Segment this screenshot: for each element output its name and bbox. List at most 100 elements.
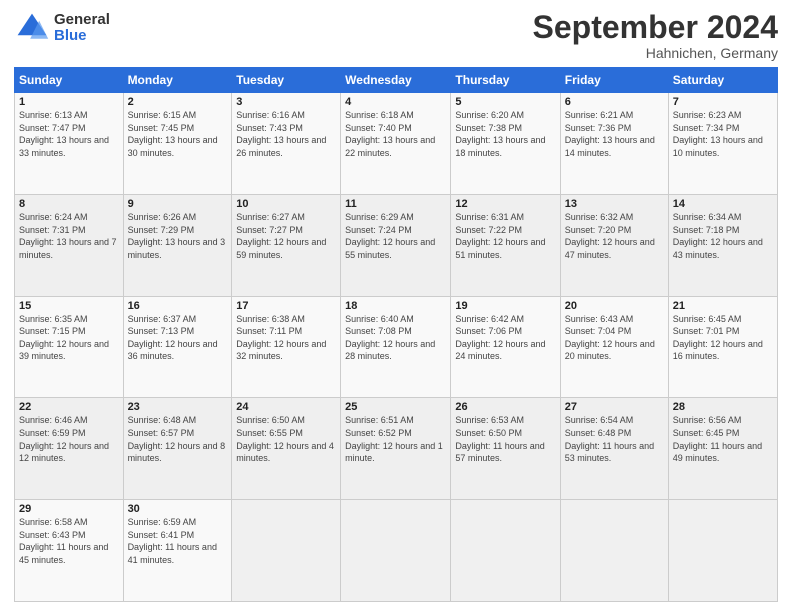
calendar-cell: 17 Sunrise: 6:38 AMSunset: 7:11 PMDayligh… bbox=[232, 296, 341, 398]
logo-blue-text: Blue bbox=[54, 28, 110, 45]
calendar-header-wednesday: Wednesday bbox=[341, 68, 451, 93]
day-number: 4 bbox=[345, 96, 446, 108]
day-info: Sunrise: 6:31 AMSunset: 7:22 PMDaylight:… bbox=[455, 212, 545, 260]
day-number: 16 bbox=[128, 300, 228, 312]
day-info: Sunrise: 6:46 AMSunset: 6:59 PMDaylight:… bbox=[19, 415, 109, 463]
calendar-cell: 27 Sunrise: 6:54 AMSunset: 6:48 PMDayligh… bbox=[560, 398, 668, 500]
calendar-cell: 19 Sunrise: 6:42 AMSunset: 7:06 PMDayligh… bbox=[451, 296, 560, 398]
day-info: Sunrise: 6:54 AMSunset: 6:48 PMDaylight:… bbox=[565, 415, 654, 463]
calendar-cell: 12 Sunrise: 6:31 AMSunset: 7:22 PMDayligh… bbox=[451, 194, 560, 296]
calendar-header-friday: Friday bbox=[560, 68, 668, 93]
title-block: September 2024 Hahnichen, Germany bbox=[533, 10, 778, 61]
day-info: Sunrise: 6:43 AMSunset: 7:04 PMDaylight:… bbox=[565, 314, 655, 362]
day-number: 20 bbox=[565, 300, 664, 312]
day-info: Sunrise: 6:45 AMSunset: 7:01 PMDaylight:… bbox=[673, 314, 763, 362]
day-info: Sunrise: 6:34 AMSunset: 7:18 PMDaylight:… bbox=[673, 212, 763, 260]
calendar-cell: 4 Sunrise: 6:18 AMSunset: 7:40 PMDaylight… bbox=[341, 93, 451, 195]
calendar-cell: 13Sunrise: 6:32 AMSunset: 7:20 PMDayligh… bbox=[560, 194, 668, 296]
day-number: 3 bbox=[236, 96, 336, 108]
day-number: 9 bbox=[128, 198, 228, 210]
day-info: Sunrise: 6:40 AMSunset: 7:08 PMDaylight:… bbox=[345, 314, 435, 362]
day-number: 19 bbox=[455, 300, 555, 312]
calendar-cell: 2Sunrise: 6:15 AMSunset: 7:45 PMDaylight… bbox=[123, 93, 232, 195]
day-number: 7 bbox=[673, 96, 773, 108]
day-info: Sunrise: 6:27 AMSunset: 7:27 PMDaylight:… bbox=[236, 212, 326, 260]
day-number: 18 bbox=[345, 300, 446, 312]
calendar-cell bbox=[341, 500, 451, 602]
logo: General Blue bbox=[14, 10, 110, 46]
calendar-cell: 23 Sunrise: 6:48 AMSunset: 6:57 PMDayligh… bbox=[123, 398, 232, 500]
day-info: Sunrise: 6:23 AMSunset: 7:34 PMDaylight:… bbox=[673, 110, 763, 158]
calendar-cell: 28 Sunrise: 6:56 AMSunset: 6:45 PMDayligh… bbox=[668, 398, 777, 500]
day-number: 15 bbox=[19, 300, 119, 312]
day-info: Sunrise: 6:16 AMSunset: 7:43 PMDaylight:… bbox=[236, 110, 326, 158]
calendar-cell: 24 Sunrise: 6:50 AMSunset: 6:55 PMDayligh… bbox=[232, 398, 341, 500]
calendar-header-saturday: Saturday bbox=[668, 68, 777, 93]
calendar-cell: 10Sunrise: 6:27 AMSunset: 7:27 PMDayligh… bbox=[232, 194, 341, 296]
day-number: 1 bbox=[19, 96, 119, 108]
day-info: Sunrise: 6:59 AMSunset: 6:41 PMDaylight:… bbox=[128, 517, 217, 565]
day-info: Sunrise: 6:35 AMSunset: 7:15 PMDaylight:… bbox=[19, 314, 109, 362]
day-number: 28 bbox=[673, 401, 773, 413]
day-number: 23 bbox=[128, 401, 228, 413]
day-number: 24 bbox=[236, 401, 336, 413]
calendar-cell: 18 Sunrise: 6:40 AMSunset: 7:08 PMDayligh… bbox=[341, 296, 451, 398]
day-info: Sunrise: 6:50 AMSunset: 6:55 PMDaylight:… bbox=[236, 415, 334, 463]
calendar-week-0: 1 Sunrise: 6:13 AMSunset: 7:47 PMDaylight… bbox=[15, 93, 778, 195]
day-number: 29 bbox=[19, 503, 119, 515]
calendar-cell: 7 Sunrise: 6:23 AMSunset: 7:34 PMDaylight… bbox=[668, 93, 777, 195]
calendar-cell: 26Sunrise: 6:53 AMSunset: 6:50 PMDayligh… bbox=[451, 398, 560, 500]
day-info: Sunrise: 6:13 AMSunset: 7:47 PMDaylight:… bbox=[19, 110, 109, 158]
day-number: 5 bbox=[455, 96, 555, 108]
logo-general-text: General bbox=[54, 12, 110, 29]
location: Hahnichen, Germany bbox=[533, 45, 778, 61]
day-number: 14 bbox=[673, 198, 773, 210]
calendar-cell bbox=[451, 500, 560, 602]
calendar-week-2: 15 Sunrise: 6:35 AMSunset: 7:15 PMDayligh… bbox=[15, 296, 778, 398]
day-number: 21 bbox=[673, 300, 773, 312]
day-number: 12 bbox=[455, 198, 555, 210]
day-info: Sunrise: 6:48 AMSunset: 6:57 PMDaylight:… bbox=[128, 415, 226, 463]
day-info: Sunrise: 6:20 AMSunset: 7:38 PMDaylight:… bbox=[455, 110, 545, 158]
day-number: 11 bbox=[345, 198, 446, 210]
calendar-week-3: 22Sunrise: 6:46 AMSunset: 6:59 PMDayligh… bbox=[15, 398, 778, 500]
day-info: Sunrise: 6:42 AMSunset: 7:06 PMDaylight:… bbox=[455, 314, 545, 362]
calendar-cell: 6Sunrise: 6:21 AMSunset: 7:36 PMDaylight… bbox=[560, 93, 668, 195]
calendar-cell: 11 Sunrise: 6:29 AMSunset: 7:24 PMDayligh… bbox=[341, 194, 451, 296]
calendar-header-row: SundayMondayTuesdayWednesdayThursdayFrid… bbox=[15, 68, 778, 93]
calendar-cell: 15 Sunrise: 6:35 AMSunset: 7:15 PMDayligh… bbox=[15, 296, 124, 398]
day-number: 8 bbox=[19, 198, 119, 210]
day-info: Sunrise: 6:51 AMSunset: 6:52 PMDaylight:… bbox=[345, 415, 443, 463]
calendar: SundayMondayTuesdayWednesdayThursdayFrid… bbox=[14, 67, 778, 602]
day-number: 17 bbox=[236, 300, 336, 312]
calendar-cell: 30 Sunrise: 6:59 AMSunset: 6:41 PMDayligh… bbox=[123, 500, 232, 602]
calendar-header-monday: Monday bbox=[123, 68, 232, 93]
calendar-cell: 25Sunrise: 6:51 AMSunset: 6:52 PMDayligh… bbox=[341, 398, 451, 500]
calendar-cell bbox=[668, 500, 777, 602]
calendar-cell bbox=[560, 500, 668, 602]
calendar-cell: 9 Sunrise: 6:26 AMSunset: 7:29 PMDaylight… bbox=[123, 194, 232, 296]
calendar-cell: 29 Sunrise: 6:58 AMSunset: 6:43 PMDayligh… bbox=[15, 500, 124, 602]
day-info: Sunrise: 6:56 AMSunset: 6:45 PMDaylight:… bbox=[673, 415, 762, 463]
calendar-cell: 16 Sunrise: 6:37 AMSunset: 7:13 PMDayligh… bbox=[123, 296, 232, 398]
logo-icon bbox=[14, 10, 50, 46]
calendar-cell bbox=[232, 500, 341, 602]
day-number: 26 bbox=[455, 401, 555, 413]
calendar-header-thursday: Thursday bbox=[451, 68, 560, 93]
day-info: Sunrise: 6:38 AMSunset: 7:11 PMDaylight:… bbox=[236, 314, 326, 362]
day-number: 13 bbox=[565, 198, 664, 210]
calendar-cell: 14 Sunrise: 6:34 AMSunset: 7:18 PMDayligh… bbox=[668, 194, 777, 296]
calendar-cell: 22Sunrise: 6:46 AMSunset: 6:59 PMDayligh… bbox=[15, 398, 124, 500]
day-info: Sunrise: 6:26 AMSunset: 7:29 PMDaylight:… bbox=[128, 212, 226, 260]
day-info: Sunrise: 6:58 AMSunset: 6:43 PMDaylight:… bbox=[19, 517, 108, 565]
calendar-cell: 1 Sunrise: 6:13 AMSunset: 7:47 PMDaylight… bbox=[15, 93, 124, 195]
calendar-cell: 8Sunrise: 6:24 AMSunset: 7:31 PMDaylight… bbox=[15, 194, 124, 296]
day-number: 27 bbox=[565, 401, 664, 413]
calendar-cell: 21 Sunrise: 6:45 AMSunset: 7:01 PMDayligh… bbox=[668, 296, 777, 398]
day-info: Sunrise: 6:29 AMSunset: 7:24 PMDaylight:… bbox=[345, 212, 435, 260]
calendar-cell: 20 Sunrise: 6:43 AMSunset: 7:04 PMDayligh… bbox=[560, 296, 668, 398]
day-info: Sunrise: 6:18 AMSunset: 7:40 PMDaylight:… bbox=[345, 110, 435, 158]
calendar-cell: 3 Sunrise: 6:16 AMSunset: 7:43 PMDaylight… bbox=[232, 93, 341, 195]
day-info: Sunrise: 6:37 AMSunset: 7:13 PMDaylight:… bbox=[128, 314, 218, 362]
day-number: 30 bbox=[128, 503, 228, 515]
